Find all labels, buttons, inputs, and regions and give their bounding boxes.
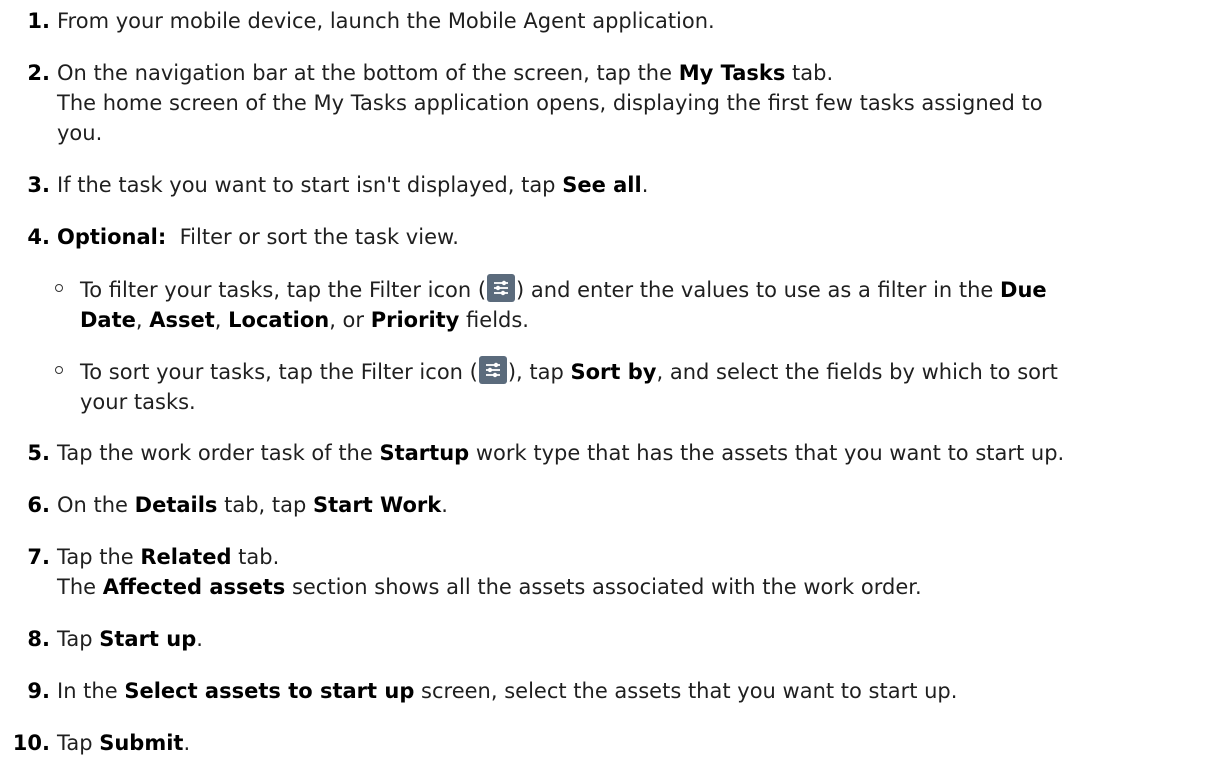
step-text: If the task you want to start isn't disp… [57,173,563,197]
ui-term: My Tasks [678,61,786,85]
step-number: 8. [27,627,50,651]
step-text: Tap the work order task of the [57,441,380,465]
step-7: 7. Tap the Related tab. The Affected ass… [27,542,1216,602]
step-text: . [183,731,191,755]
field-name: Asset [149,308,215,332]
step-text: Filter or sort the task view. [166,225,459,249]
step-text: From your mobile device, launch the Mobi… [57,9,715,33]
step-text: On the navigation bar at the bottom of t… [57,61,679,85]
substep-text: ) and enter the values to use as a filte… [516,278,1001,302]
step-number: 6. [27,493,50,517]
substep-text: your tasks. [80,390,196,414]
ui-term: Start Work [313,493,442,517]
field-name: Priority [370,308,460,332]
step-result: The home screen of the My Tasks applicat… [57,91,1043,115]
step-9: 9. In the Select assets to start up scre… [27,676,1216,706]
step-number: 3. [27,173,50,197]
step-text: Tap [57,731,100,755]
step-number: 7. [27,545,50,569]
step-text: On the [57,493,135,517]
step-text: Tap [57,627,100,651]
ui-term: Details [134,493,218,517]
ui-term: See all [562,173,642,197]
ui-term: Submit [99,731,184,755]
step-number: 2. [27,61,50,85]
step-text: tab. [785,61,834,85]
ui-term: Startup [379,441,470,465]
step-number: 9. [27,679,50,703]
ui-term: Sort by [570,360,657,384]
step-2: 2. On the navigation bar at the bottom o… [27,58,1216,148]
separator-text: , [214,308,229,332]
field-name: Location [228,308,330,332]
procedure-steps: 1. From your mobile device, launch the M… [0,0,1226,761]
step-text: Tap the [57,545,141,569]
step-text: work type that has the assets that you w… [469,441,1065,465]
ui-term: Select assets to start up [124,679,415,703]
step-text: . [196,627,203,651]
step-10: 10. Tap Submit. [13,728,1216,758]
step-text: tab, tap [217,493,314,517]
step-6: 6. On the Details tab, tap Start Work. [27,490,1216,520]
separator-text: , [135,308,150,332]
substep-sort: To sort your tasks, tap the Filter icon … [55,356,1216,417]
substep-text: To filter your tasks, tap the Filter ico… [80,278,487,302]
step-8: 8. Tap Start up. [27,624,1216,654]
step-number: 10. [12,731,50,755]
step-result: section shows all the assets associated … [285,575,922,599]
substep-text: fields. [459,308,529,332]
step-number: 5. [27,441,50,465]
field-name: Date [80,308,136,332]
filter-icon [487,274,516,302]
optional-label: Optional: [57,225,167,249]
bullet-icon [55,284,63,292]
substep-filter: To filter your tasks, tap the Filter ico… [55,274,1216,335]
bullet-icon [55,366,63,374]
ui-term: Start up [99,627,197,651]
field-name: Due [1000,278,1047,302]
separator-text: , or [329,308,371,332]
step-4: 4. Optional: Filter or sort the task vie… [27,222,1216,252]
step-5: 5. Tap the work order task of the Startu… [27,438,1216,468]
ui-term: Affected assets [102,575,286,599]
substep-text: To sort your tasks, tap the Filter icon … [80,360,478,384]
filter-icon [478,356,507,384]
ui-term: Related [140,545,232,569]
step-text: . [441,493,448,517]
step-3: 3. If the task you want to start isn't d… [27,170,1216,200]
step-number: 1. [27,9,50,33]
step-result: The [57,575,103,599]
step-text: In the [57,679,125,703]
substep-text: , and select the fields by which to sort [656,360,1058,384]
substep-text: ), tap [507,360,571,384]
step-text: screen, select the assets that you want … [414,679,958,703]
step-text: . [641,173,649,197]
step-text: tab. [231,545,280,569]
step-result: you. [57,121,103,145]
step-1: 1. From your mobile device, launch the M… [27,6,1216,36]
step-number: 4. [27,225,50,249]
